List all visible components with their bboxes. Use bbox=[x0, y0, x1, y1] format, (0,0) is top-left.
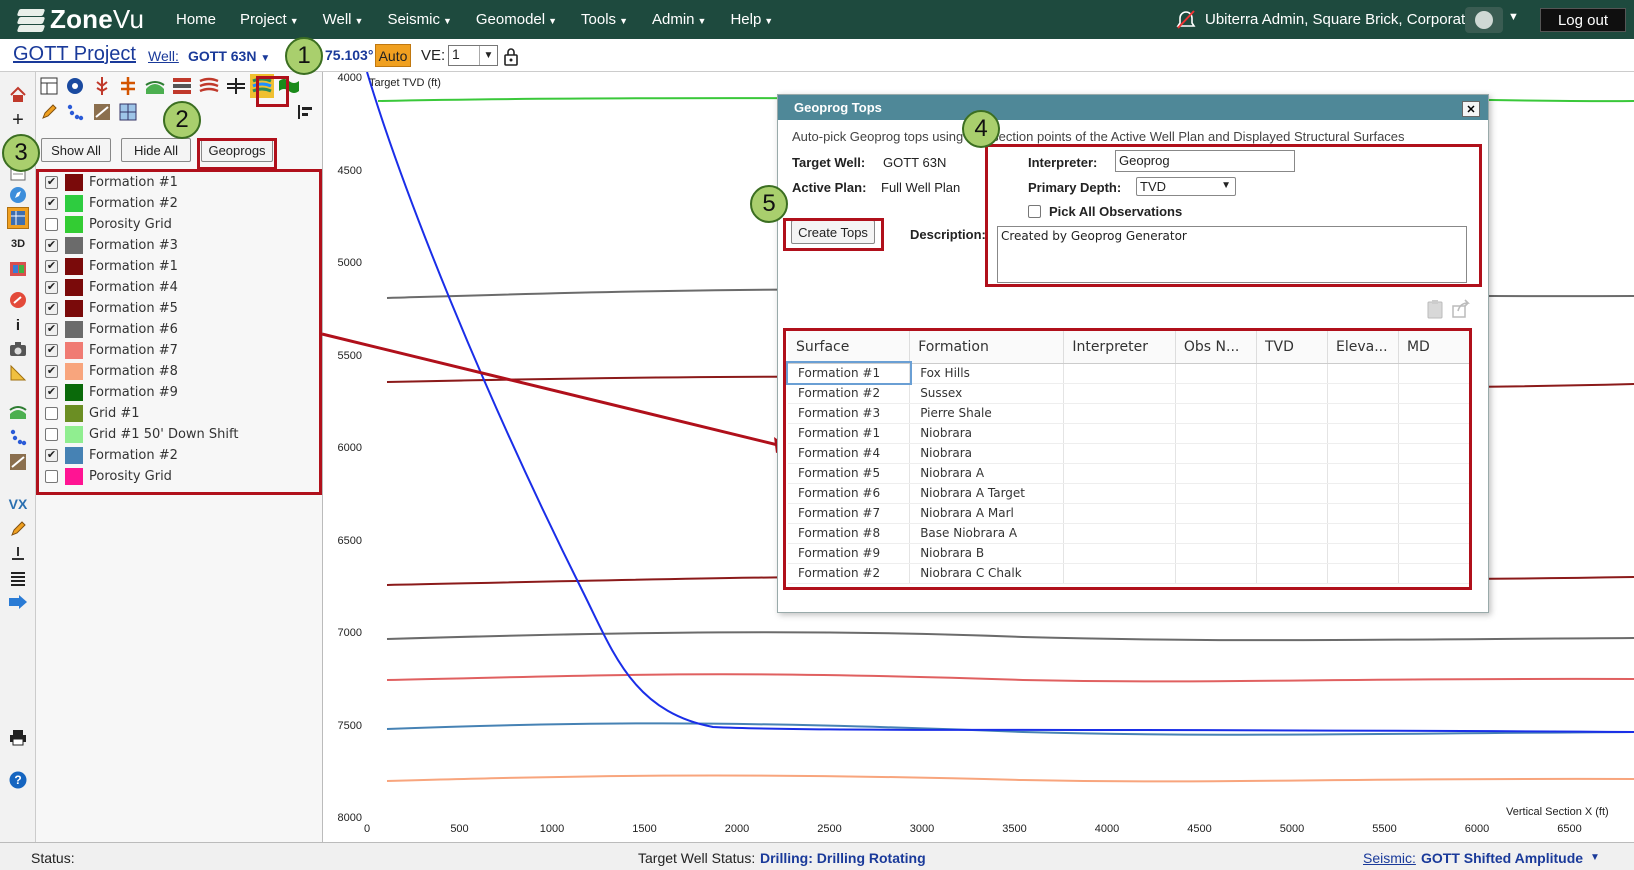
target-well-label: Target Well: bbox=[792, 155, 866, 170]
export-icon[interactable] bbox=[1451, 299, 1471, 319]
callout-4: 4 bbox=[962, 110, 1000, 148]
target-status-label: Target Well Status: bbox=[638, 850, 756, 866]
seismic-value[interactable]: GOTT Shifted Amplitude bbox=[1421, 850, 1583, 866]
target-well-value: GOTT 63N bbox=[883, 155, 947, 170]
active-plan-label: Active Plan: bbox=[792, 180, 867, 195]
dialog-description-text: Auto-pick Geoprog tops using intersectio… bbox=[792, 129, 1405, 144]
clipboard-icon[interactable] bbox=[1426, 299, 1444, 319]
callout-2: 2 bbox=[163, 101, 201, 139]
callout-5: 5 bbox=[750, 185, 788, 223]
target-status-value: Drilling: Drilling Rotating bbox=[760, 850, 926, 866]
active-plan-value: Full Well Plan bbox=[881, 180, 961, 195]
status-bar: Status: Target Well Status: Drilling: Dr… bbox=[0, 842, 1634, 870]
status-label: Status: bbox=[31, 850, 75, 866]
close-icon[interactable]: ✕ bbox=[1462, 101, 1480, 117]
highlight-create-tops bbox=[783, 218, 884, 251]
highlight-interpreter-group bbox=[985, 144, 1482, 287]
callout-1: 1 bbox=[285, 37, 323, 75]
chevron-down-icon[interactable]: ▼ bbox=[1590, 852, 1600, 863]
dialog-title: Geoprog Tops bbox=[778, 95, 1488, 120]
callout-3: 3 bbox=[2, 134, 40, 172]
highlight-tops-table bbox=[783, 328, 1472, 590]
description-label: Description: bbox=[910, 227, 986, 242]
seismic-link[interactable]: Seismic: bbox=[1363, 850, 1416, 866]
